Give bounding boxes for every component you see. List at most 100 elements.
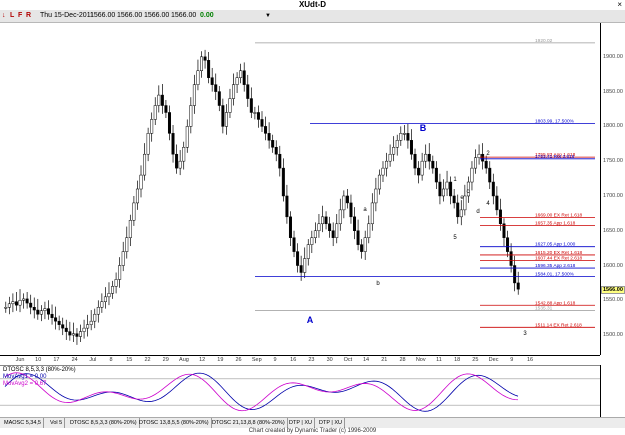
- movavg1-label: MovAvg1 = 0.00: [3, 374, 47, 380]
- candle: [370, 202, 374, 225]
- candle: [160, 94, 164, 106]
- date-axis-label: 29: [162, 357, 169, 363]
- candle: [285, 195, 289, 218]
- candle: [200, 56, 203, 71]
- dropdown-arrow-icon[interactable]: ▼: [265, 10, 271, 22]
- candle: [96, 307, 100, 315]
- candle: [256, 112, 260, 120]
- bar-close: 1566.00: [171, 12, 197, 19]
- level-label: 1584.01, 17.500%: [535, 272, 575, 278]
- candle: [107, 293, 111, 298]
- dtosc-indicator-panel[interactable]: DTOSC 8,5,3,3 (80%-20%) MovAvg1 = 0.00 M…: [0, 365, 600, 418]
- candle: [217, 91, 221, 106]
- candle: [171, 133, 175, 155]
- candle: [232, 84, 236, 99]
- date-axis-label: Jul: [89, 357, 97, 363]
- candle: [381, 167, 385, 176]
- candle: [50, 313, 54, 318]
- bar-high: 1566.00: [117, 12, 143, 19]
- date-axis-label: 16: [290, 357, 297, 363]
- candle: [253, 112, 257, 114]
- candle: [324, 216, 328, 225]
- bar-open: 1566.00: [90, 12, 116, 19]
- candle: [18, 300, 22, 306]
- candle: [57, 320, 61, 325]
- candle: [71, 333, 75, 336]
- date-axis-label: 11: [436, 357, 442, 363]
- date-axis-label: 24: [71, 357, 78, 363]
- candle: [46, 308, 50, 315]
- wave-label: B: [420, 123, 427, 133]
- candle: [356, 230, 360, 245]
- bar-date: Thu 15-Dec-2011: [40, 12, 94, 19]
- wave-label: A: [307, 315, 314, 325]
- candle: [260, 119, 264, 127]
- candle: [86, 324, 90, 329]
- candle: [167, 112, 171, 134]
- candle: [178, 160, 182, 169]
- price-axis-label: 1500.00: [603, 332, 623, 339]
- candle: [182, 147, 186, 162]
- candle: [68, 331, 72, 336]
- candle: [452, 195, 456, 204]
- candle: [395, 140, 399, 148]
- price-axis-label: 1700.00: [603, 192, 623, 199]
- indicator-svg: [0, 372, 600, 412]
- date-axis-label: 30: [326, 357, 333, 363]
- price-chart[interactable]: 1920.02 1803.99, 17.500% 1755.83 App 1.618…: [0, 23, 600, 355]
- candle: [125, 237, 129, 252]
- level-label: 1615.20 EX Ret 1.618: [535, 250, 583, 256]
- close-icon[interactable]: ×: [617, 0, 622, 10]
- arrow-down-icon[interactable]: ↓: [2, 10, 6, 22]
- candle: [377, 174, 381, 190]
- candle: [392, 147, 396, 155]
- candle: [274, 147, 278, 155]
- candle: [39, 310, 43, 315]
- toolbar: ↓ L F R Thu 15-Dec-2011 1566.00 1566.00 …: [0, 10, 625, 23]
- candle: [353, 216, 357, 231]
- candle: [228, 98, 232, 113]
- price-axis-label: 1550.00: [603, 297, 623, 304]
- level-label: 1753.41 Ret 3.618: [535, 154, 575, 160]
- candle: [360, 244, 364, 252]
- candle: [417, 167, 421, 176]
- candle: [427, 153, 431, 162]
- date-axis-label: Dec: [488, 357, 499, 363]
- candle: [192, 84, 196, 106]
- candle: [150, 119, 154, 134]
- candle: [484, 160, 488, 169]
- candle: [402, 133, 406, 135]
- candle: [303, 258, 307, 273]
- candle: [75, 333, 79, 337]
- candle: [495, 195, 499, 211]
- candle: [296, 251, 300, 266]
- log-button[interactable]: L: [10, 10, 14, 22]
- candle: [239, 70, 243, 78]
- candle: [367, 223, 371, 238]
- candle: [509, 251, 513, 266]
- candle: [288, 216, 292, 238]
- candle: [349, 202, 353, 218]
- chart-window: XUdt-D × ↓ L F R Thu 15-Dec-2011 1566.00…: [0, 0, 625, 435]
- date-axis-label: 17: [53, 357, 60, 363]
- refresh-button[interactable]: R: [26, 10, 31, 22]
- movavg2-label: MovAvg2 = 0.67: [3, 381, 47, 387]
- wave-label: 1: [453, 177, 457, 183]
- candle: [481, 153, 485, 162]
- candle: [424, 153, 428, 162]
- level-label: 1607.44 EX Ret 2.618: [535, 255, 583, 261]
- date-axis-label: 21: [381, 357, 388, 363]
- candle: [164, 105, 168, 113]
- fib-button[interactable]: F: [18, 10, 22, 22]
- price-axis-label: 1750.00: [603, 158, 623, 165]
- candle: [413, 153, 417, 169]
- candle: [82, 327, 86, 332]
- candle: [363, 237, 367, 252]
- candle: [317, 223, 321, 231]
- candle: [246, 84, 250, 99]
- candle: [100, 301, 104, 308]
- candle: [146, 133, 150, 155]
- candle: [449, 181, 453, 197]
- candle: [235, 77, 239, 85]
- candle: [11, 301, 15, 305]
